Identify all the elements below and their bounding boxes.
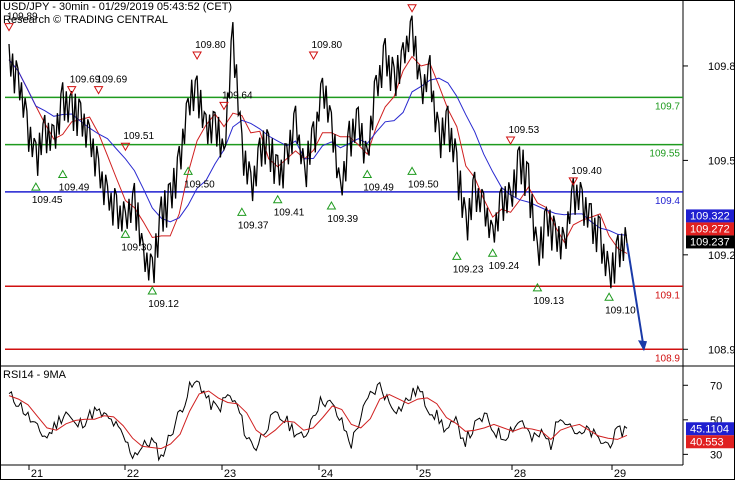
level-label: 108.9 (655, 353, 680, 364)
swing-low-marker (120, 229, 131, 238)
swing-low-marker (362, 169, 373, 179)
swing-low-marker (326, 201, 337, 210)
swing-low-marker (237, 207, 247, 216)
swing-low-marker (604, 292, 614, 301)
time-tick-label: 22 (127, 468, 139, 480)
rsi-value-badge-label: 45.1104 (690, 423, 729, 435)
level-label: 109.7 (655, 101, 680, 112)
swing-low-marker (532, 282, 543, 292)
rsi-title: RSI14 - 9MA (3, 369, 67, 381)
price-tick-label: 109.5 (708, 155, 735, 167)
swing-low-label: 109.30 (121, 242, 152, 253)
swing-high-label: 109.80 (195, 40, 226, 51)
rsi-ma-series (8, 390, 628, 450)
swing-high-marker (93, 86, 104, 95)
time-tick-label: 29 (614, 468, 626, 480)
time-tick-label: 24 (321, 468, 333, 480)
time-tick-label: 28 (514, 468, 526, 480)
swing-low-label: 109.10 (605, 305, 636, 316)
chart-root: 109.7 109.55 109.4 109.1 108.9 109.89 109.69 1… (0, 0, 735, 480)
swing-low-label: 109.50 (408, 179, 439, 190)
price-tick-label: 109.2 (708, 250, 735, 262)
swing-low-marker (272, 194, 283, 204)
swing-high-marker (308, 51, 319, 60)
swing-high-label: 109.53 (509, 125, 540, 136)
swing-high-marker (407, 4, 417, 13)
time-tick-label: 21 (31, 468, 43, 480)
current-price-badge-label: 109.272 (690, 223, 730, 235)
swing-low-label: 109.13 (533, 296, 564, 307)
swing-low-label: 109.45 (32, 195, 63, 206)
ma-slow (8, 59, 628, 236)
projection-arrow-line (626, 243, 644, 344)
price-tick-label: 108.9 (708, 344, 735, 356)
swing-high-label: 109.95 (410, 0, 441, 4)
swing-low-marker (407, 166, 417, 175)
swing-low-marker (147, 286, 158, 295)
swing-low-label: 109.49 (363, 183, 394, 194)
current-price-badge-label: 109.237 (690, 236, 730, 248)
swing-high-label: 109.80 (312, 40, 343, 51)
swing-low-marker (31, 182, 41, 191)
level-label: 109.4 (655, 196, 680, 207)
swing-low-label: 109.39 (327, 214, 358, 225)
swing-low-label: 109.50 (184, 179, 215, 190)
level-label: 109.55 (649, 149, 680, 160)
swing-high-label: 109.69 (97, 75, 128, 86)
swing-low-label: 109.23 (453, 264, 484, 275)
price-tick-label: 109.8 (708, 61, 735, 73)
swing-low-marker (451, 251, 462, 260)
price-chart: 109.7109.55109.4109.1108.9 109.89109.691… (0, 0, 735, 480)
swing-low-marker (487, 248, 498, 257)
rsi-series (8, 380, 628, 462)
swing-high-label: 109.51 (123, 131, 154, 142)
swing-low-label: 109.12 (148, 299, 179, 310)
swing-low-marker (57, 169, 68, 179)
time-tick-label: 25 (419, 468, 431, 480)
time-tick-label: 23 (224, 468, 236, 480)
swing-high-label: 109.64 (222, 90, 253, 101)
swing-high-marker (505, 136, 516, 145)
swing-low-label: 109.41 (274, 208, 305, 219)
chart-title: USD/JPY - 30min - 01/29/2019 05:43:52 (C… (3, 1, 233, 13)
swing-low-label: 109.37 (238, 220, 269, 231)
swing-high-marker (192, 51, 202, 60)
rsi-value-badge-label: 40.553 (690, 436, 724, 448)
rsi-tick-label: 30 (710, 449, 722, 461)
swing-high-label: 109.40 (571, 166, 602, 177)
swing-low-label: 109.49 (59, 183, 90, 194)
level-label: 109.1 (655, 290, 680, 301)
current-price-badge-label: 109.322 (690, 210, 730, 222)
rsi-tick-label: 70 (710, 380, 722, 392)
ma-fast (8, 55, 628, 254)
chart-source: Research © TRADING CENTRAL (3, 14, 168, 26)
swing-low-label: 109.24 (489, 261, 520, 272)
